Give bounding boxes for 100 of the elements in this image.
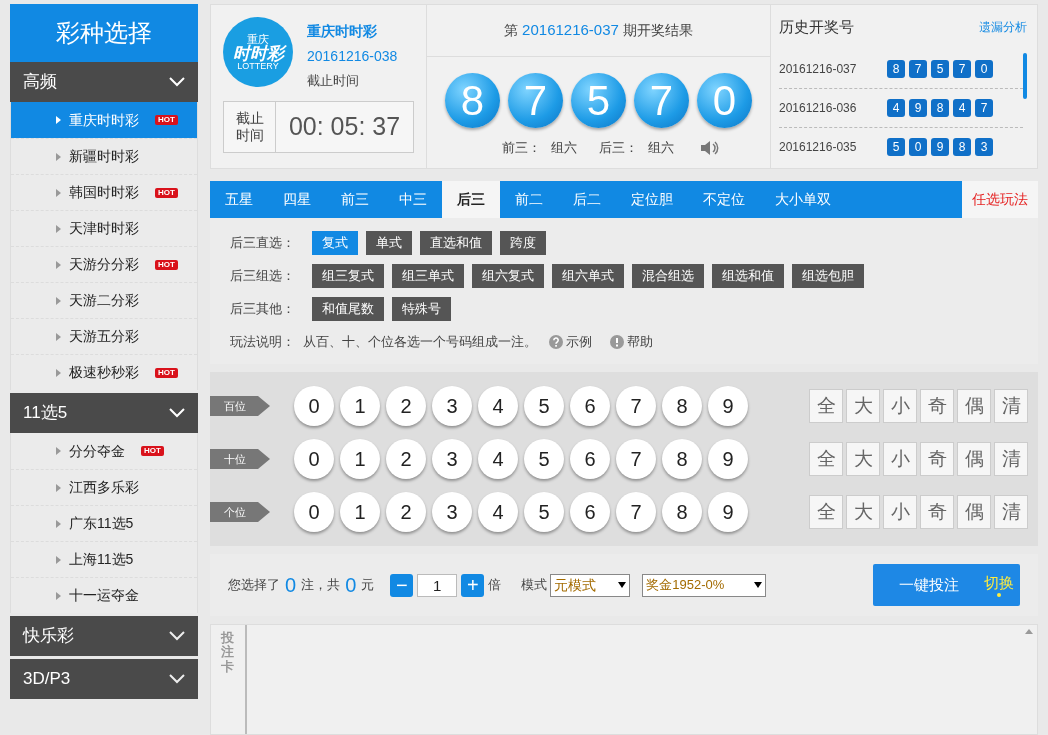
- history-number: 7: [953, 59, 971, 78]
- filter-button[interactable]: 清: [994, 442, 1028, 476]
- filter-button[interactable]: 大: [846, 442, 880, 476]
- mode-select[interactable]: 元模式: [550, 573, 631, 597]
- history-issue: 20161216-036: [779, 100, 858, 117]
- tab[interactable]: 不定位: [688, 181, 760, 218]
- lottery-item[interactable]: 新疆时时彩: [11, 138, 197, 174]
- hot-badge: HOT: [155, 367, 178, 378]
- history-number: 5: [931, 59, 949, 78]
- tab[interactable]: 前二: [500, 181, 558, 218]
- tab[interactable]: 前三: [326, 181, 384, 218]
- filter-button[interactable]: 小: [883, 389, 917, 423]
- play-option[interactable]: 单式: [366, 231, 412, 255]
- triangle-right-icon: [56, 519, 61, 528]
- play-option[interactable]: 组六复式: [472, 264, 544, 288]
- submit-button[interactable]: 一键投注: [873, 573, 984, 597]
- tab[interactable]: 中三: [384, 181, 442, 218]
- history-number: 7: [909, 59, 927, 78]
- play-option[interactable]: 混合组选: [632, 264, 704, 288]
- hot-badge: HOT: [155, 187, 178, 198]
- lottery-item[interactable]: 天游五分彩: [11, 318, 197, 354]
- optional-tab[interactable]: 任选玩法: [962, 181, 1038, 218]
- issue-number: 20161216-038: [307, 47, 398, 66]
- history-number: 0: [909, 138, 927, 156]
- filter-button[interactable]: 奇: [920, 389, 954, 423]
- filter-button[interactable]: 清: [994, 495, 1028, 529]
- history-number: 9: [909, 99, 927, 117]
- back-three-label: 后三：: [598, 139, 638, 157]
- lottery-item[interactable]: 江西多乐彩: [11, 469, 197, 505]
- countdown-timer: 00: 05: 37: [287, 110, 402, 142]
- play-option[interactable]: 特殊号: [392, 297, 451, 321]
- scroll-up-icon[interactable]: [1025, 629, 1033, 634]
- question-icon: [549, 335, 563, 349]
- lottery-item[interactable]: 分分夺金 HOT: [11, 433, 197, 469]
- multiple-field[interactable]: 1: [417, 573, 458, 597]
- play-option[interactable]: 跨度: [500, 231, 546, 255]
- play-group-label: 后三其他：: [230, 300, 296, 319]
- filter-button[interactable]: 大: [846, 389, 880, 423]
- filter-button[interactable]: 全: [809, 442, 843, 476]
- sidebar-title: 彩种选择: [10, 4, 198, 62]
- filter-button[interactable]: 偶: [957, 389, 991, 423]
- filter-button[interactable]: 全: [809, 495, 843, 529]
- tab[interactable]: 后三: [442, 181, 500, 218]
- lottery-item[interactable]: 天津时时彩: [11, 210, 197, 246]
- play-option[interactable]: 直选和值: [420, 231, 492, 255]
- category-header[interactable]: 3D/P3: [10, 659, 198, 699]
- history-number: 8: [931, 99, 949, 117]
- lottery-item[interactable]: 天游二分彩: [11, 282, 197, 318]
- speaker-icon[interactable]: [699, 138, 720, 157]
- filter-button[interactable]: 小: [883, 495, 917, 529]
- filter-button[interactable]: 小: [883, 442, 917, 476]
- filter-button[interactable]: 全: [809, 389, 843, 423]
- tab[interactable]: 五星: [210, 181, 268, 218]
- example-link[interactable]: 示例: [549, 332, 592, 352]
- history-number: 0: [975, 59, 993, 78]
- lottery-item[interactable]: 极速秒秒彩 HOT: [11, 354, 197, 390]
- play-option[interactable]: 组三复式: [312, 264, 384, 288]
- history-issue: 20161216-035: [779, 139, 858, 156]
- filter-button[interactable]: 大: [846, 495, 880, 529]
- filter-button[interactable]: 奇: [920, 442, 954, 476]
- category-header[interactable]: 高频: [10, 62, 198, 102]
- lottery-item[interactable]: 上海11选5: [11, 541, 197, 577]
- tab[interactable]: 后二: [558, 181, 616, 218]
- prize-select[interactable]: 奖金1952-0%: [642, 573, 767, 597]
- category-header[interactable]: 快乐彩: [10, 616, 198, 656]
- triangle-right-icon: [56, 555, 61, 564]
- chevron-down-icon: [169, 631, 185, 641]
- tab[interactable]: 四星: [268, 181, 326, 218]
- plus-button[interactable]: +: [461, 573, 485, 597]
- play-option[interactable]: 组选和值: [712, 264, 784, 288]
- play-option[interactable]: 和值尾数: [312, 297, 384, 321]
- lottery-item[interactable]: 十一运夺金: [11, 577, 197, 613]
- back-three-value: 组六: [647, 139, 674, 157]
- tab[interactable]: 大小单双: [760, 181, 846, 218]
- deadline-label: 截止时间: [307, 72, 360, 90]
- dropdown-icon: [618, 582, 627, 588]
- hot-badge: HOT: [141, 446, 164, 456]
- description-label: 玩法说明：: [230, 333, 295, 352]
- tab[interactable]: 定位胆: [616, 181, 688, 218]
- lottery-item[interactable]: 广东11选5: [11, 505, 197, 541]
- filter-button[interactable]: 偶: [957, 495, 991, 529]
- filter-button[interactable]: 清: [994, 389, 1028, 423]
- play-option[interactable]: 组三单式: [392, 264, 464, 288]
- play-option[interactable]: 组选包胆: [792, 264, 864, 288]
- category-header[interactable]: 11选5: [10, 393, 198, 433]
- filter-button[interactable]: 奇: [920, 495, 954, 529]
- minus-button[interactable]: −: [390, 573, 414, 597]
- play-option[interactable]: 复式: [312, 231, 358, 255]
- lottery-item[interactable]: 韩国时时彩 HOT: [11, 174, 197, 210]
- history-number: 9: [931, 138, 949, 156]
- lottery-item[interactable]: 天游分分彩 HOT: [11, 246, 197, 282]
- selection-text: 您选择了: [228, 576, 280, 595]
- filter-button[interactable]: 偶: [957, 442, 991, 476]
- lottery-item[interactable]: 重庆时时彩 HOT: [11, 102, 197, 138]
- amount-unit: 元: [361, 576, 375, 595]
- scrollbar-thumb[interactable]: [1023, 53, 1027, 99]
- chevron-down-icon: [169, 77, 185, 87]
- triangle-right-icon: [56, 591, 61, 600]
- play-option[interactable]: 组六单式: [552, 264, 624, 288]
- help-link[interactable]: 帮助: [610, 332, 653, 352]
